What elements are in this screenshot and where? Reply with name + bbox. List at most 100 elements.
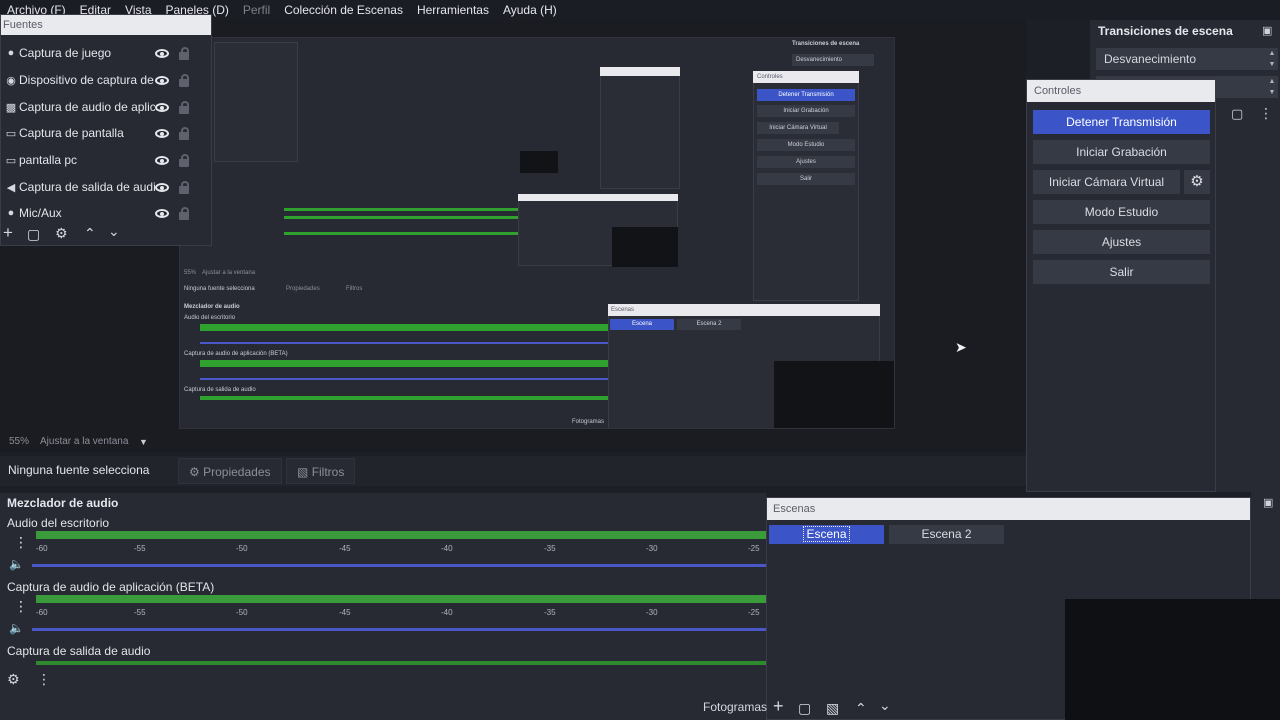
filters-button[interactable]: ▧ Filtros xyxy=(286,458,356,484)
meter-scale: -60 -55 -50 -45 -40 -35 -30 -25 xyxy=(36,608,766,620)
channel-name: Audio del escritorio xyxy=(7,516,110,530)
scene-item-escena[interactable]: Escena xyxy=(769,525,884,544)
nested-scene-1: Escena xyxy=(610,319,674,330)
eye-icon[interactable] xyxy=(155,155,169,165)
nested-mixer-title: Mezclador de audio xyxy=(184,304,240,310)
lock-icon[interactable] xyxy=(179,154,189,167)
source-item-game-capture[interactable]: ● Captura de juego xyxy=(1,40,209,66)
add-scene-icon[interactable]: + xyxy=(773,697,784,715)
source-label: Captura de juego xyxy=(19,46,112,60)
audio-meter xyxy=(36,531,766,539)
nested-studio-button: Modo Estudio xyxy=(757,139,855,151)
scenes-title: Escenas xyxy=(767,498,1250,520)
controls-title: Controles xyxy=(1027,80,1215,102)
zoom-fit-select[interactable]: Ajustar a la ventana xyxy=(40,436,128,447)
sources-title: Fuentes xyxy=(1,15,211,35)
scale-label: -50 xyxy=(236,608,248,617)
properties-label: Propiedades xyxy=(203,465,271,479)
stop-stream-button[interactable]: Detener Transmisión xyxy=(1033,110,1210,134)
scale-label: -30 xyxy=(646,544,658,553)
menu-herramientas[interactable]: Herramientas xyxy=(410,3,496,17)
properties-button[interactable]: ⚙ Propiedades xyxy=(178,458,282,484)
advanced-audio-gear-icon[interactable]: ⚙ xyxy=(7,671,20,687)
scale-label: -35 xyxy=(544,608,556,617)
start-virtual-cam-button[interactable]: Iniciar Cámara Virtual xyxy=(1033,170,1180,194)
microphone-icon: ● xyxy=(7,207,15,219)
eye-icon[interactable] xyxy=(155,128,169,138)
no-source-label: Ninguna fuente selecciona xyxy=(8,463,150,477)
fotogramas-label: Fotogramas xyxy=(703,700,768,714)
eye-icon[interactable] xyxy=(155,182,169,192)
lock-icon[interactable] xyxy=(179,74,189,87)
kebab-menu-icon[interactable]: ⋮ xyxy=(14,599,28,613)
scale-label: -40 xyxy=(441,544,453,553)
lock-icon[interactable] xyxy=(179,101,189,114)
app-audio-icon: ▩ xyxy=(5,101,17,114)
volume-slider[interactable] xyxy=(32,564,766,567)
menu-ayuda[interactable]: Ayuda (H) xyxy=(496,3,564,17)
source-item-app-audio[interactable]: ▩ Captura de audio de aplica xyxy=(1,94,209,120)
nested-transition-select: Desvanecimiento xyxy=(792,54,874,66)
trash-icon[interactable]: ▢ xyxy=(1231,106,1243,122)
undock-icon[interactable]: ▣ xyxy=(1263,496,1273,509)
filter-icon[interactable]: ▧ xyxy=(826,700,839,716)
source-item-screen-capture[interactable]: ▭ Captura de pantalla xyxy=(1,120,209,146)
nested-controls-title: Controles xyxy=(757,74,783,80)
scene-item-escena-2[interactable]: Escena 2 xyxy=(889,525,1004,544)
source-label: Captura de pantalla xyxy=(19,126,124,140)
source-label: Mic/Aux xyxy=(19,206,62,220)
nested-vcam-button: Iniciar Cámara Virtual xyxy=(757,122,839,134)
move-up-icon[interactable]: ⌃ xyxy=(855,700,867,716)
chevron-down-icon[interactable]: ▼ xyxy=(139,437,148,447)
add-source-icon[interactable]: + xyxy=(3,224,13,241)
menu-coleccion-escenas[interactable]: Colección de Escenas xyxy=(277,3,410,17)
trash-icon[interactable]: ▢ xyxy=(27,226,40,242)
kebab-menu-icon[interactable]: ⋮ xyxy=(1259,105,1273,122)
move-down-icon[interactable]: ⌄ xyxy=(879,697,891,713)
nested-properties: Propiedades xyxy=(286,286,320,292)
lock-icon[interactable] xyxy=(179,207,189,220)
source-item-audio-output[interactable]: ◀ Captura de salida de audio xyxy=(1,174,209,200)
lock-icon[interactable] xyxy=(179,47,189,60)
scale-label: -55 xyxy=(134,544,146,553)
speaker-icon[interactable]: 🔈 xyxy=(9,557,24,571)
speaker-icon[interactable]: 🔈 xyxy=(9,621,24,635)
eye-icon[interactable] xyxy=(155,208,169,218)
kebab-menu-icon[interactable]: ⋮ xyxy=(37,671,51,687)
volume-slider[interactable] xyxy=(32,628,766,631)
transition-spinner-icon[interactable]: ▲ ▼ xyxy=(1266,48,1278,70)
scale-label: -45 xyxy=(339,544,351,553)
source-item-pantalla-pc[interactable]: ▭ pantalla pc xyxy=(1,147,209,173)
lock-icon[interactable] xyxy=(179,127,189,140)
lock-icon[interactable] xyxy=(179,181,189,194)
source-item-video-device[interactable]: ◉ Dispositivo de captura de v xyxy=(1,67,209,93)
duration-spinner-icon[interactable]: ▲ ▼ xyxy=(1266,76,1278,98)
eye-icon[interactable] xyxy=(155,48,169,58)
nested-scene-2: Escena 2 xyxy=(677,319,741,330)
move-up-icon[interactable]: ⌃ xyxy=(84,225,96,241)
start-recording-button[interactable]: Iniciar Grabación xyxy=(1033,140,1210,164)
menu-perfil[interactable]: Perfil xyxy=(236,3,277,17)
kebab-menu-icon[interactable]: ⋮ xyxy=(14,535,28,549)
scale-label: -30 xyxy=(646,608,658,617)
studio-mode-button[interactable]: Modo Estudio xyxy=(1033,200,1210,224)
eye-icon[interactable] xyxy=(155,75,169,85)
scale-label: -60 xyxy=(36,544,48,553)
filter-icon: ▧ xyxy=(297,465,309,479)
source-item-mic[interactable]: ● Mic/Aux xyxy=(1,200,209,226)
move-down-icon[interactable]: ⌄ xyxy=(108,223,120,239)
undock-icon[interactable]: ▣ xyxy=(1262,24,1272,37)
audio-meter xyxy=(36,595,766,603)
virtual-cam-gear-icon[interactable]: ⚙ xyxy=(1184,170,1210,194)
gear-icon[interactable]: ⚙ xyxy=(55,225,68,241)
eye-icon[interactable] xyxy=(155,102,169,112)
source-label: Captura de audio de aplica xyxy=(19,100,155,114)
exit-button[interactable]: Salir xyxy=(1033,260,1210,284)
gear-icon: ⚙ xyxy=(189,465,200,479)
scale-label: -25 xyxy=(748,608,760,617)
nested-settings-button: Ajustes xyxy=(757,156,855,168)
mixer-title: Mezclador de audio xyxy=(7,496,119,510)
settings-button[interactable]: Ajustes xyxy=(1033,230,1210,254)
transition-select[interactable]: Desvanecimiento xyxy=(1096,48,1266,70)
trash-icon[interactable]: ▢ xyxy=(798,700,811,716)
